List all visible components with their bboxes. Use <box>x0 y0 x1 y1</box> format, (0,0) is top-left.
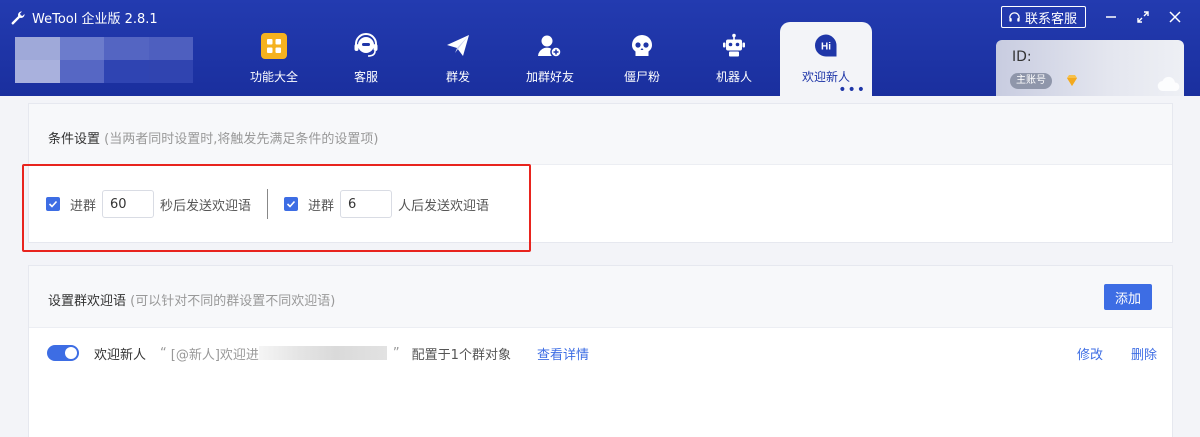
nav-item-robot[interactable]: 机器人 <box>688 22 780 96</box>
rule-quote-open: “ <box>160 345 167 361</box>
app-title: WeTool 企业版 2.8.1 <box>32 12 158 27</box>
welcome-rule-row: 欢迎新人 “ [@新人]欢迎进 ” 配置于1个群对象 查看详情 修改 删除 <box>47 341 1157 365</box>
contact-service-label: 联系客服 <box>1024 11 1077 27</box>
rule-preview: [@新人]欢迎进 <box>170 347 259 363</box>
app-title-bar: WeTool 企业版 2.8.1 <box>10 8 158 27</box>
main-account-badge: 主账号 <box>1010 73 1052 89</box>
account-card[interactable]: ID: 主账号 <box>996 40 1184 96</box>
app-header: WeTool 企业版 2.8.1 联系客服 功能大全 客服 群发 加群好友 僵尸… <box>0 0 1200 97</box>
account-id-label: ID: <box>1012 49 1032 65</box>
nav-item-broadcast[interactable]: 群发 <box>412 22 504 96</box>
rule-quote-close: ” <box>392 345 400 361</box>
paper-plane-icon <box>444 32 472 60</box>
view-details-link[interactable]: 查看详情 <box>537 344 589 363</box>
conditions-title-text: 条件设置 <box>48 132 101 147</box>
nav-item-add-group-friends[interactable]: 加群好友 <box>504 22 596 96</box>
red-highlight-box <box>22 164 531 252</box>
nav-item-service[interactable]: 客服 <box>320 22 412 96</box>
conditions-title: 条件设置 (当两者同时设置时,将触发先满足条件的设置项) <box>48 128 378 147</box>
nav-item-welcome-new[interactable]: Hi 欢迎新人 ••• <box>780 22 872 97</box>
skull-icon <box>628 32 656 60</box>
nav-item-label: 僵尸粉 <box>623 70 660 84</box>
grid-icon <box>260 32 288 60</box>
diamond-icon <box>1067 75 1077 86</box>
welcome-panel: 设置群欢迎语 (可以针对不同的群设置不同欢迎语) 添加 欢迎新人 “ [@新人]… <box>28 265 1173 437</box>
nav-item-label: 加群好友 <box>525 70 574 84</box>
nav-item-label: 客服 <box>353 70 378 84</box>
nav-item-label: 群发 <box>445 70 470 84</box>
headset-icon <box>352 32 380 60</box>
welcome-title-text: 设置群欢迎语 <box>48 294 127 309</box>
cloud-icon <box>1157 76 1180 92</box>
welcome-hint: (可以针对不同的群设置不同欢迎语) <box>130 294 336 309</box>
welcome-title: 设置群欢迎语 (可以针对不同的群设置不同欢迎语) <box>48 290 335 309</box>
rule-enable-toggle[interactable] <box>47 345 79 361</box>
robot-icon <box>720 32 748 60</box>
window-controls: 联系客服 <box>1000 6 1182 28</box>
blurred-preview-text <box>258 346 387 360</box>
minimize-icon[interactable] <box>1104 10 1118 24</box>
add-user-icon <box>536 32 564 60</box>
conditions-panel-header: 条件设置 (当两者同时设置时,将触发先满足条件的设置项) <box>29 104 1172 165</box>
wrench-icon <box>11 10 25 24</box>
contact-service-button[interactable]: 联系客服 <box>1000 6 1086 28</box>
delete-link[interactable]: 删除 <box>1131 344 1157 363</box>
headset-icon <box>1009 11 1020 22</box>
rule-name: 欢迎新人 <box>94 347 147 363</box>
nav-item-label: 功能大全 <box>249 70 298 84</box>
nav-item-features[interactable]: 功能大全 <box>228 22 320 96</box>
close-icon[interactable] <box>1168 10 1182 24</box>
edit-link[interactable]: 修改 <box>1077 344 1103 363</box>
conditions-hint: (当两者同时设置时,将触发先满足条件的设置项) <box>104 132 379 147</box>
nav-item-zombie-fans[interactable]: 僵尸粉 <box>596 22 688 96</box>
hi-text: Hi <box>821 42 831 53</box>
nav-item-label: 机器人 <box>715 70 752 84</box>
maximize-icon[interactable] <box>1136 10 1150 24</box>
blurred-avatar <box>15 37 193 83</box>
hi-bubble-icon: Hi <box>812 32 840 60</box>
rule-config-text: 配置于1个群对象 <box>411 347 511 363</box>
more-dots-icon[interactable]: ••• <box>838 83 866 97</box>
add-button[interactable]: 添加 <box>1104 284 1152 310</box>
welcome-panel-header: 设置群欢迎语 (可以针对不同的群设置不同欢迎语) 添加 <box>29 266 1172 328</box>
rule-actions: 修改 删除 <box>1077 344 1157 363</box>
main-nav: 功能大全 客服 群发 加群好友 僵尸粉 机器人 Hi 欢迎新人 ••• <box>228 22 872 97</box>
